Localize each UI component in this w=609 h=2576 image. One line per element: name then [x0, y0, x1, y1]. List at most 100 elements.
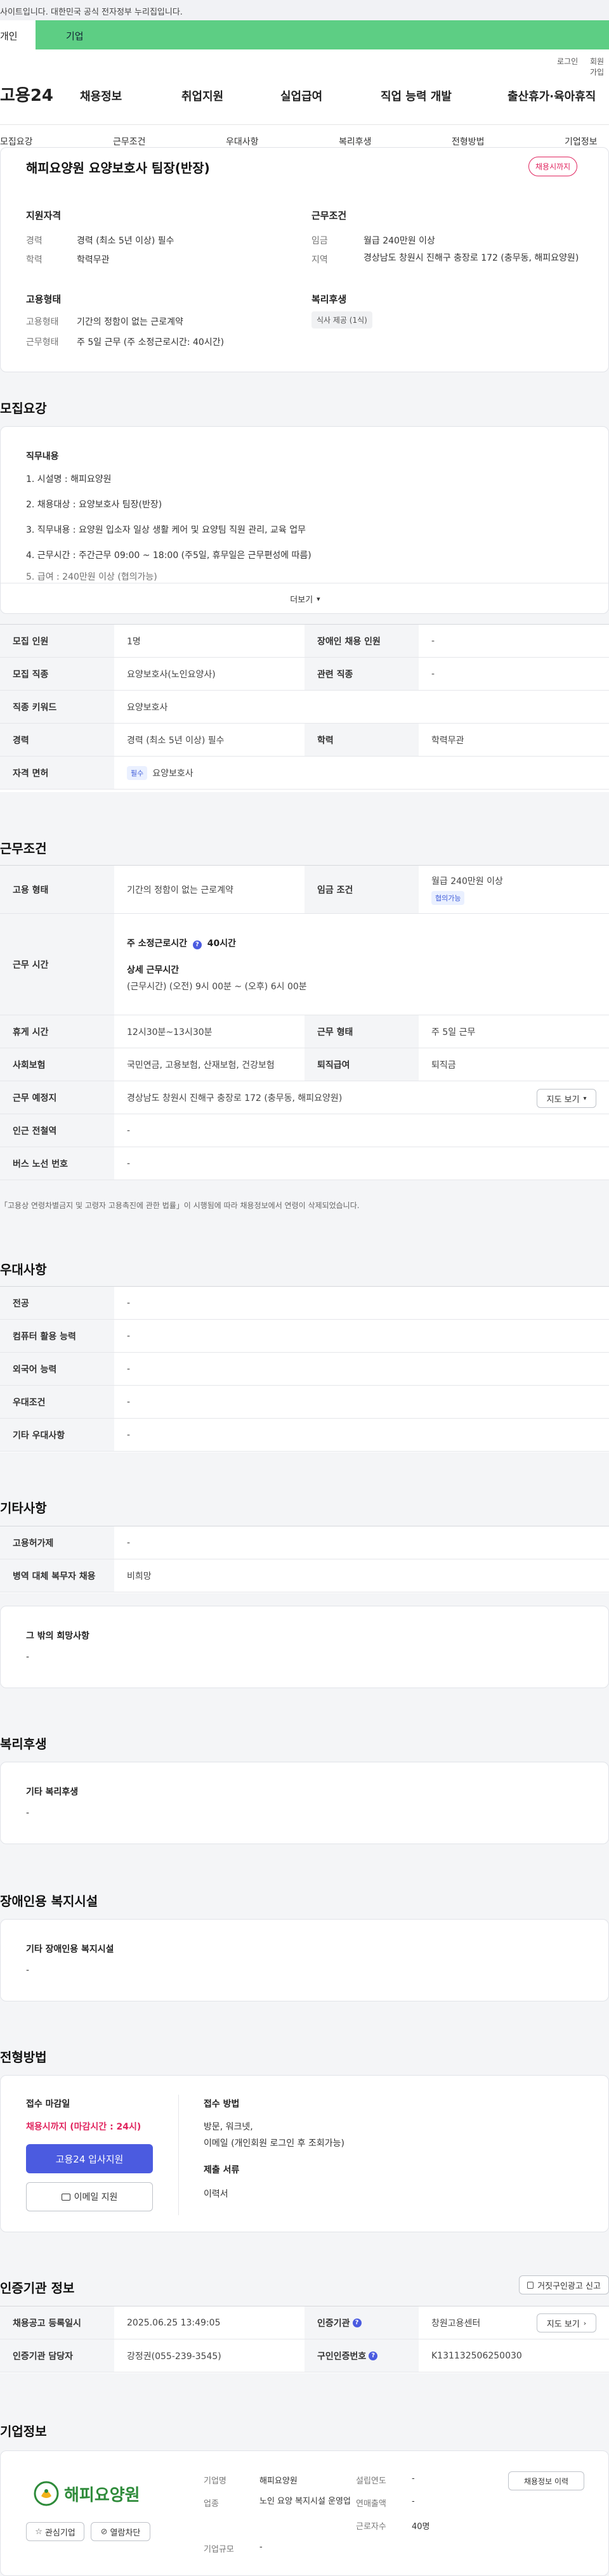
row-label: 근무 예정지 — [0, 1081, 114, 1114]
site-logo[interactable]: 고용24 — [0, 82, 53, 106]
subnav-work-conditions[interactable]: 근무조건 — [113, 135, 146, 148]
agency-map-button[interactable]: 지도 보기 › — [537, 2313, 596, 2332]
row-value: - — [431, 668, 435, 679]
company-logo: 해피요양원 — [34, 2478, 148, 2509]
subnav-company[interactable]: 기업정보 — [565, 135, 598, 148]
tab-personal[interactable]: 개인 — [0, 20, 36, 49]
table-row: 자격 면허 필수 요양보호사 — [0, 757, 609, 790]
more-button[interactable]: 더보기 ▾ — [1, 583, 609, 615]
work-heading: 근무조건 — [0, 841, 47, 856]
map-button-label: 지도 보기 — [546, 1095, 580, 1105]
subnav-preferences[interactable]: 우대사항 — [226, 135, 259, 148]
row-label: 휴게 시간 — [0, 1015, 114, 1048]
more-label: 더보기 — [290, 595, 313, 605]
table-row: 컴퓨터 활용 능력 - — [0, 1320, 609, 1353]
row-value: 필수 요양보호사 — [114, 757, 609, 789]
disability-value: - — [26, 1965, 30, 1975]
agency-heading: 인증기관 정보 — [0, 2280, 75, 2296]
employ-type-value: 기간의 정함이 없는 근로계약 — [77, 317, 183, 327]
method-value-2: 이메일 (개인회원 로그인 후 조회가능) — [204, 2138, 344, 2149]
work-form-label: 근무형태 — [26, 337, 59, 348]
row-value: 월급 240만원 이상 협의가능 — [419, 866, 609, 913]
gov-notice-text: 사이트입니다. 대한민국 공식 전자정부 누리집입니다. — [0, 8, 183, 17]
employ-type-label: 고용형태 — [26, 317, 59, 327]
info-icon[interactable]: ? — [192, 940, 202, 949]
nav-unemployment-benefit[interactable]: 실업급여 — [280, 88, 322, 104]
subnav-recruit[interactable]: 모집요강 — [0, 135, 33, 148]
method-label: 접수 방법 — [204, 2099, 240, 2109]
table-row: 인근 전철역 - — [0, 1114, 609, 1147]
hours-detail-label: 상세 근무시간 — [127, 965, 180, 975]
row-value: 경상남도 창원시 진해구 충장로 172 (충무동, 해피요양원) — [127, 1093, 343, 1103]
chevron-down-icon: ▾ — [583, 1095, 587, 1102]
work-table: 고용 형태 기간의 정함이 없는 근로계약 임금 조건 월급 240만원 이상 … — [0, 865, 609, 1180]
report-icon — [527, 2281, 534, 2289]
block-button[interactable]: ⊘ 열람차단 — [91, 2522, 150, 2541]
weekly-hours: 주 소정근로시간 ? 40시간 — [127, 937, 236, 949]
scale-label: 기업규모 — [204, 2545, 234, 2554]
founded-label: 설립연도 — [356, 2476, 386, 2486]
docs-value: 이력서 — [204, 2189, 228, 2199]
login-link[interactable]: 로그인 — [557, 56, 578, 67]
info-icon[interactable]: ? — [369, 2351, 378, 2360]
recruit-line: 2. 채용대상 : 요양보호사 팀장(반장) — [26, 500, 162, 510]
row-value: 요양보호사 — [127, 702, 168, 713]
cond-heading: 근무조건 — [311, 210, 347, 221]
row-value: - — [127, 1330, 131, 1341]
company-name-label: 기업명 — [204, 2476, 226, 2486]
recruit-table: 모집 인원 1명 장애인 채용 인원 - 모집 직종 요양보호사(노인요양사) … — [0, 624, 609, 792]
license-value: 요양보호사 — [152, 768, 193, 779]
row-label: 모집 인원 — [0, 625, 114, 657]
recruit-line: 4. 근무시간 : 주간근무 09:00 ~ 18:00 (주5일, 휴무일은 … — [26, 550, 311, 561]
region-label: 지역 — [311, 255, 328, 265]
company-logo-mark — [34, 2481, 59, 2506]
wish-value: - — [26, 1652, 30, 1662]
row-label: 자격 면허 — [0, 757, 114, 789]
row-value: - — [127, 1158, 131, 1169]
nav-job-info[interactable]: 채용정보 — [80, 88, 122, 104]
edu-label: 학력 — [26, 255, 43, 265]
row-label: 퇴직급여 — [304, 1048, 419, 1081]
join-link[interactable]: 회원가입 — [590, 56, 609, 77]
table-row: 사회보험 국민연금, 고용보험, 산재보험, 건강보험 퇴직급여 퇴직금 — [0, 1048, 609, 1081]
table-row: 기타 우대사항 - — [0, 1419, 609, 1452]
employ-heading: 고용형태 — [26, 294, 62, 305]
row-label: 모집 직종 — [0, 658, 114, 690]
table-row: 우대조건 - — [0, 1386, 609, 1419]
nav-parental-leave[interactable]: 출산휴가·육아휴직 — [508, 88, 596, 104]
nav-skills-training[interactable]: 직업 능력 개발 — [381, 88, 452, 104]
disability-heading: 장애인용 복지시설 — [0, 1894, 98, 1909]
hiring-history-button[interactable]: 채용정보 이력 — [508, 2471, 584, 2490]
tab-company[interactable]: 기업 — [36, 20, 609, 49]
subnav-selection[interactable]: 전형방법 — [452, 135, 485, 148]
welfare-card: 기타 복리후생 - — [0, 1762, 609, 1844]
row-label: 직종 키워드 — [0, 691, 114, 723]
favorite-button[interactable]: ☆ 관심기업 — [26, 2522, 84, 2541]
gov-notice-bar: 사이트입니다. 대한민국 공식 전자정부 누리집입니다. — [0, 0, 609, 20]
other-table: 고용허가제 - 병역 대체 복무자 채용 비희망 — [0, 1526, 609, 1593]
selection-card: 접수 마감일 채용시까지 (마감시간 : 24시) 고용24 입사지원 이메일 … — [0, 2075, 609, 2232]
region-value: 경상남도 창원시 진해구 충장로 172 (충무동, 해피요양원) — [363, 253, 579, 263]
subnav-welfare[interactable]: 복리후생 — [339, 135, 372, 148]
map-button[interactable]: 지도 보기 ▾ — [537, 1089, 596, 1108]
row-label: 인증기관 담당자 — [0, 2339, 114, 2372]
nav-employment-support[interactable]: 취업지원 — [181, 88, 223, 104]
apply-button[interactable]: 고용24 입사지원 — [26, 2144, 153, 2173]
row-label: 구인인증번호 ? — [304, 2339, 419, 2372]
recruit-line: 3. 직무내용 : 요양원 입소자 일상 생활 케어 및 요양팀 직원 관리, … — [26, 525, 306, 535]
email-apply-button[interactable]: 이메일 지원 — [26, 2182, 153, 2211]
selection-heading: 전형방법 — [0, 2050, 47, 2065]
info-icon[interactable]: ? — [352, 2318, 362, 2327]
report-button[interactable]: 거짓구인광고 신고 — [519, 2275, 609, 2294]
row-value: - — [431, 635, 435, 646]
docs-label: 제출 서류 — [204, 2165, 240, 2175]
block-icon: ⊘ — [100, 2527, 108, 2537]
row-label: 인근 전철역 — [0, 1114, 114, 1147]
row-value: 1명 — [127, 636, 141, 647]
work-form-value: 주 5일 근무 (주 소정근로시간: 40시간) — [77, 337, 225, 348]
qual-heading: 지원자격 — [26, 210, 62, 221]
career-value: 경력 (최소 5년 이상) 필수 — [77, 236, 174, 246]
table-row: 외국어 능력 - — [0, 1353, 609, 1386]
career-label: 경력 — [26, 236, 43, 246]
row-label: 임금 조건 — [304, 866, 419, 913]
